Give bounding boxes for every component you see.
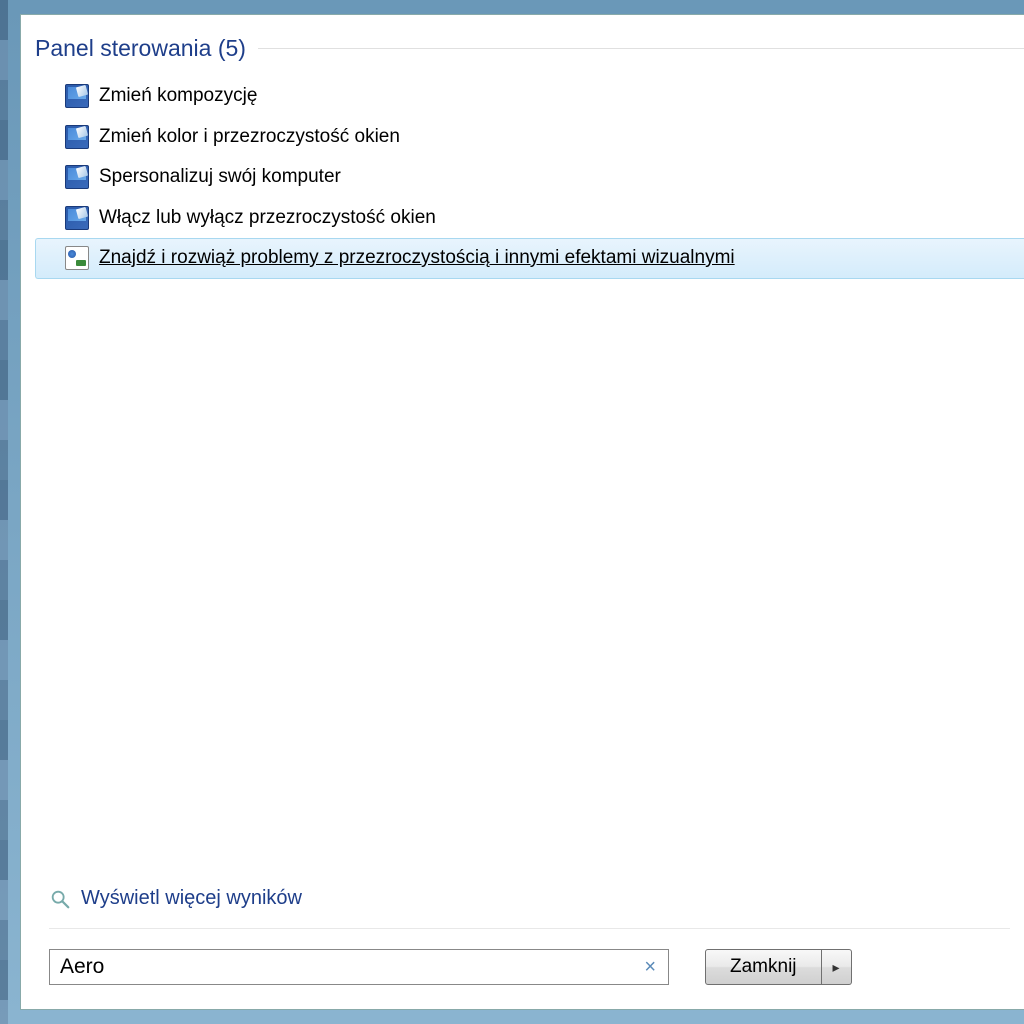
- result-list: Zmień kompozycję Zmień kolor i przezrocz…: [35, 76, 1024, 279]
- chevron-right-icon: ▸: [833, 959, 840, 976]
- search-results-panel: Panel sterowania (5) Zmień kompozycję Zm…: [20, 14, 1024, 1010]
- monitor-icon: [65, 125, 89, 149]
- troubleshoot-icon: [65, 246, 89, 270]
- result-item-toggle-transparency[interactable]: Włącz lub wyłącz przezroczystość okien: [35, 198, 1024, 239]
- result-label: Zmień kompozycję: [99, 82, 257, 111]
- more-results-label: Wyświetl więcej wyników: [81, 887, 302, 910]
- monitor-icon: [65, 206, 89, 230]
- section-divider: [258, 48, 1024, 49]
- search-bar-row: × Zamknij ▸: [49, 949, 1010, 985]
- monitor-icon: [65, 84, 89, 108]
- search-input[interactable]: [60, 955, 640, 979]
- result-label: Zmień kolor i przezroczystość okien: [99, 123, 400, 152]
- result-item-personalize[interactable]: Spersonalizuj swój komputer: [35, 157, 1024, 198]
- divider: [49, 928, 1010, 929]
- result-label: Włącz lub wyłącz przezroczystość okien: [99, 204, 436, 233]
- result-item-change-color[interactable]: Zmień kolor i przezroczystość okien: [35, 117, 1024, 158]
- more-results-link[interactable]: Wyświetl więcej wyników: [49, 887, 1010, 910]
- close-button-group: Zamknij ▸: [705, 949, 852, 985]
- result-label: Spersonalizuj swój komputer: [99, 163, 341, 192]
- result-item-change-theme[interactable]: Zmień kompozycję: [35, 76, 1024, 117]
- content-area: Panel sterowania (5) Zmień kompozycję Zm…: [21, 15, 1024, 887]
- search-field-wrap[interactable]: ×: [49, 949, 669, 985]
- window-frame: Panel sterowania (5) Zmień kompozycję Zm…: [0, 0, 1024, 1024]
- search-icon: [49, 888, 71, 910]
- bottom-section: Wyświetl więcej wyników × Zamknij ▸: [21, 887, 1024, 1009]
- clear-icon[interactable]: ×: [640, 956, 660, 979]
- close-dropdown-button[interactable]: ▸: [822, 949, 852, 985]
- monitor-icon: [65, 165, 89, 189]
- section-header: Panel sterowania (5): [35, 35, 1024, 62]
- result-label: Znajdź i rozwiąż problemy z przezroczyst…: [99, 244, 735, 273]
- result-item-troubleshoot[interactable]: Znajdź i rozwiąż problemy z przezroczyst…: [35, 238, 1024, 279]
- section-title: Panel sterowania (5): [35, 35, 246, 62]
- close-button[interactable]: Zamknij: [705, 949, 822, 985]
